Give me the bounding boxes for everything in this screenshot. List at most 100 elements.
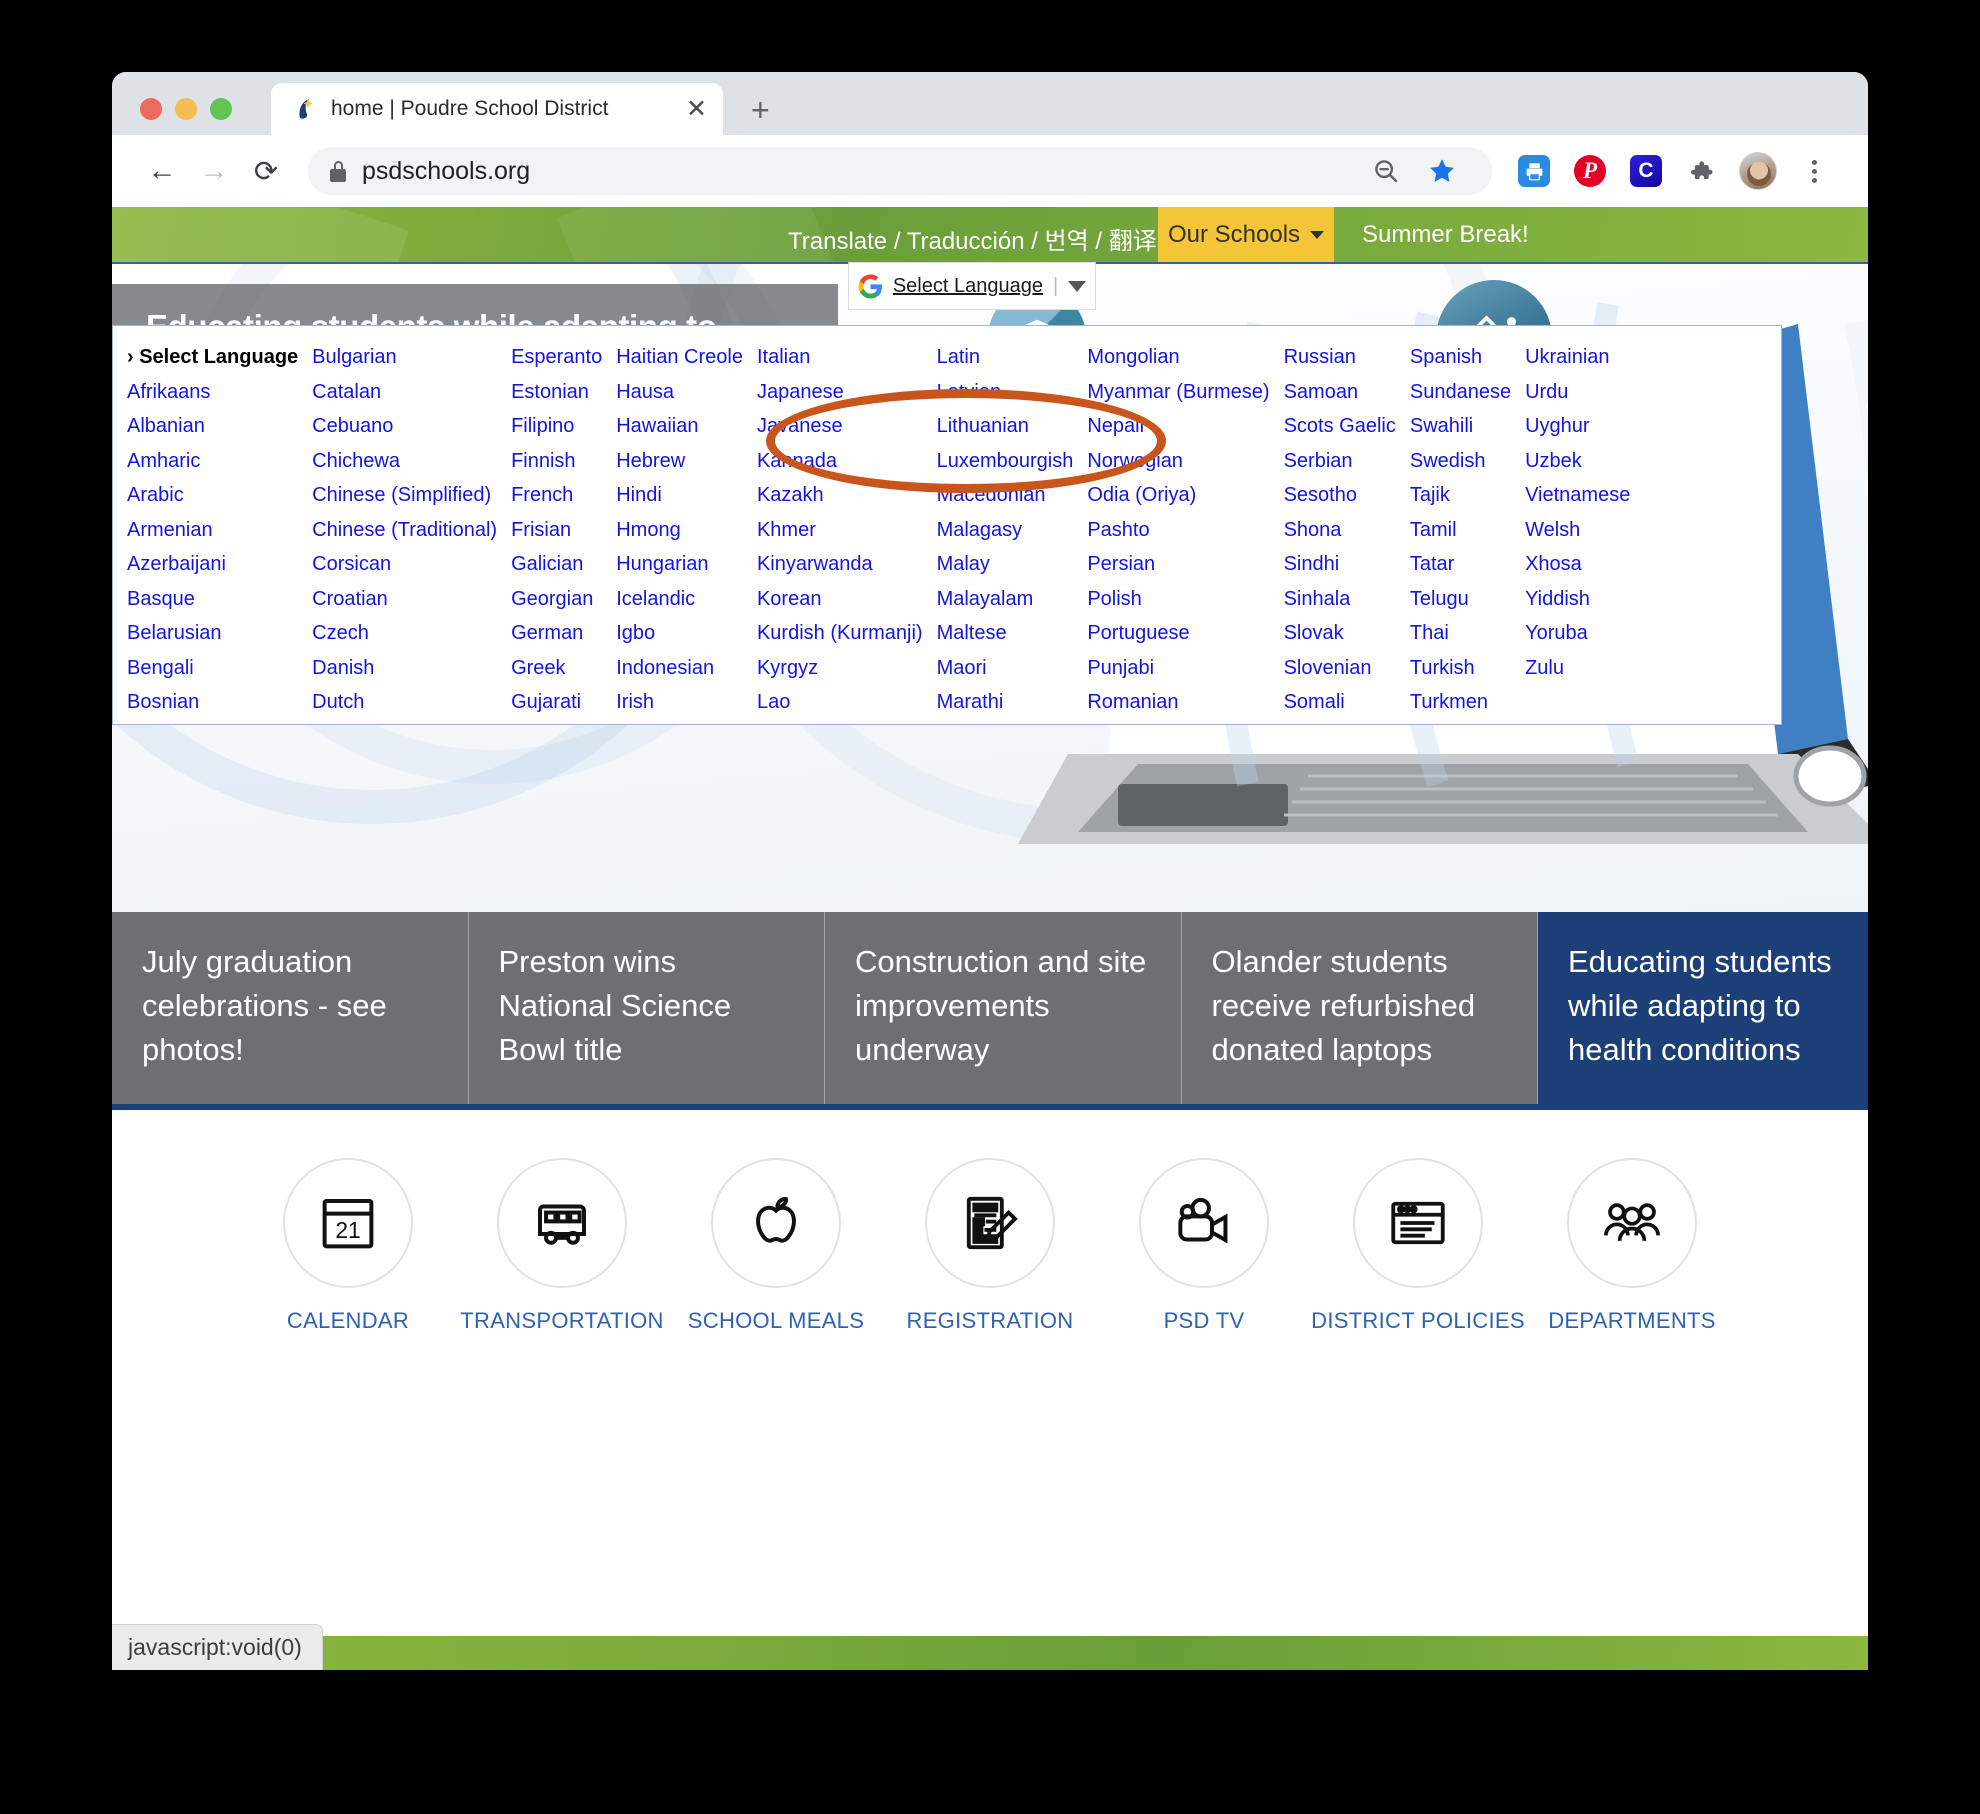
language-option[interactable]: Afrikaans <box>127 375 312 410</box>
language-option[interactable]: Sundanese <box>1410 375 1525 410</box>
chrome-menu-kebab-icon[interactable] <box>1786 143 1842 199</box>
language-option[interactable]: Tamil <box>1410 513 1525 548</box>
language-option[interactable]: Arabic <box>127 478 312 513</box>
language-option[interactable]: Kurdish (Kurmanji) <box>757 616 937 651</box>
language-option[interactable]: Turkmen <box>1410 685 1525 720</box>
language-option[interactable]: Dutch <box>312 685 511 720</box>
language-option[interactable]: Kinyarwanda <box>757 547 937 582</box>
language-option[interactable]: Telugu <box>1410 582 1525 617</box>
language-option[interactable]: Kazakh <box>757 478 937 513</box>
language-option[interactable]: Urdu <box>1525 375 1644 410</box>
language-option[interactable]: Scots Gaelic <box>1284 409 1410 444</box>
bookmark-star-icon[interactable] <box>1414 143 1470 199</box>
language-option[interactable]: Maltese <box>937 616 1088 651</box>
quick-link-transportation[interactable]: TRANSPORTATION <box>460 1158 663 1334</box>
clarity-extension-icon[interactable]: C <box>1618 143 1674 199</box>
language-option[interactable]: Hindi <box>616 478 757 513</box>
language-option[interactable]: Igbo <box>616 616 757 651</box>
address-bar[interactable]: psdschools.org <box>308 147 1492 195</box>
quick-link-registration[interactable]: REGISTRATION <box>892 1158 1088 1334</box>
language-option[interactable]: Swahili <box>1410 409 1525 444</box>
language-option[interactable]: Catalan <box>312 375 511 410</box>
language-option[interactable]: Gujarati <box>511 685 616 720</box>
language-option[interactable]: Portuguese <box>1087 616 1283 651</box>
language-option[interactable]: Filipino <box>511 409 616 444</box>
maximize-window-button[interactable] <box>210 98 232 120</box>
browser-tab[interactable]: home | Poudre School District ✕ <box>271 83 723 135</box>
language-option[interactable]: Belarusian <box>127 616 312 651</box>
zoom-out-icon[interactable] <box>1358 143 1414 199</box>
language-option[interactable]: Chinese (Traditional) <box>312 513 511 548</box>
language-option[interactable]: Punjabi <box>1087 651 1283 686</box>
language-option[interactable]: Corsican <box>312 547 511 582</box>
language-option[interactable]: Indonesian <box>616 651 757 686</box>
language-option[interactable]: Uzbek <box>1525 444 1644 479</box>
language-option[interactable]: Somali <box>1284 685 1410 720</box>
close-tab-icon[interactable]: ✕ <box>686 96 707 122</box>
language-option[interactable]: Myanmar (Burmese) <box>1087 375 1283 410</box>
language-option[interactable]: Romanian <box>1087 685 1283 720</box>
language-option[interactable]: Croatian <box>312 582 511 617</box>
close-window-button[interactable] <box>140 98 162 120</box>
language-option[interactable]: Odia (Oriya) <box>1087 478 1283 513</box>
news-card[interactable]: Preston wins National Science Bowl title <box>468 912 825 1104</box>
profile-avatar[interactable] <box>1730 143 1786 199</box>
language-option[interactable]: Zulu <box>1525 651 1644 686</box>
language-option[interactable]: Welsh <box>1525 513 1644 548</box>
language-option[interactable]: Malayalam <box>937 582 1088 617</box>
language-option[interactable]: Kyrgyz <box>757 651 937 686</box>
language-option[interactable]: Hebrew <box>616 444 757 479</box>
quick-link-departments[interactable]: DEPARTMENTS <box>1534 1158 1730 1334</box>
language-option[interactable]: Malagasy <box>937 513 1088 548</box>
language-option[interactable]: Lithuanian <box>937 409 1088 444</box>
language-option[interactable]: Turkish <box>1410 651 1525 686</box>
language-option[interactable]: Hmong <box>616 513 757 548</box>
language-option[interactable]: Uyghur <box>1525 409 1644 444</box>
language-option[interactable]: Bengali <box>127 651 312 686</box>
select-language-widget[interactable]: Select Language | <box>848 262 1096 310</box>
language-option[interactable]: Bosnian <box>127 685 312 720</box>
news-card-active[interactable]: Educating students while adapting to hea… <box>1538 912 1868 1104</box>
quick-link-district-policies[interactable]: DISTRICT POLICIES <box>1311 1158 1525 1334</box>
language-option[interactable]: Japanese <box>757 375 937 410</box>
language-option[interactable]: Serbian <box>1284 444 1410 479</box>
language-option[interactable]: Nepali <box>1087 409 1283 444</box>
language-option[interactable]: Slovak <box>1284 616 1410 651</box>
language-option[interactable]: Italian <box>757 340 937 375</box>
language-option[interactable]: Galician <box>511 547 616 582</box>
language-option[interactable]: Malay <box>937 547 1088 582</box>
language-option[interactable]: Swedish <box>1410 444 1525 479</box>
news-card[interactable]: Construction and site improvements under… <box>825 912 1182 1104</box>
forward-button[interactable]: → <box>188 145 240 197</box>
language-option[interactable]: Thai <box>1410 616 1525 651</box>
language-option[interactable]: Slovenian <box>1284 651 1410 686</box>
language-option[interactable]: Amharic <box>127 444 312 479</box>
language-option[interactable]: Chinese (Simplified) <box>312 478 511 513</box>
language-option[interactable]: Albanian <box>127 409 312 444</box>
language-option[interactable]: Finnish <box>511 444 616 479</box>
language-option[interactable]: Mongolian <box>1087 340 1283 375</box>
language-option[interactable]: Basque <box>127 582 312 617</box>
language-option[interactable]: Armenian <box>127 513 312 548</box>
language-option[interactable]: Ukrainian <box>1525 340 1644 375</box>
language-option[interactable]: Shona <box>1284 513 1410 548</box>
language-option[interactable]: Cebuano <box>312 409 511 444</box>
extensions-puzzle-icon[interactable] <box>1674 143 1730 199</box>
language-option[interactable]: Greek <box>511 651 616 686</box>
language-option[interactable]: Yiddish <box>1525 582 1644 617</box>
language-option[interactable]: Esperanto <box>511 340 616 375</box>
language-option[interactable]: Sinhala <box>1284 582 1410 617</box>
language-option[interactable]: Georgian <box>511 582 616 617</box>
language-option[interactable]: Luxembourgish <box>937 444 1088 479</box>
language-option[interactable]: Czech <box>312 616 511 651</box>
language-option[interactable]: Tatar <box>1410 547 1525 582</box>
language-option[interactable]: Khmer <box>757 513 937 548</box>
language-option[interactable]: Frisian <box>511 513 616 548</box>
language-option[interactable]: Marathi <box>937 685 1088 720</box>
news-card[interactable]: July graduation celebrations - see photo… <box>112 912 469 1104</box>
pinterest-extension-icon[interactable]: P <box>1562 143 1618 199</box>
chevron-down-icon[interactable] <box>1068 280 1087 292</box>
our-schools-dropdown[interactable]: Our Schools <box>1158 207 1334 262</box>
new-tab-button[interactable]: + <box>751 94 770 126</box>
language-option[interactable]: Hausa <box>616 375 757 410</box>
